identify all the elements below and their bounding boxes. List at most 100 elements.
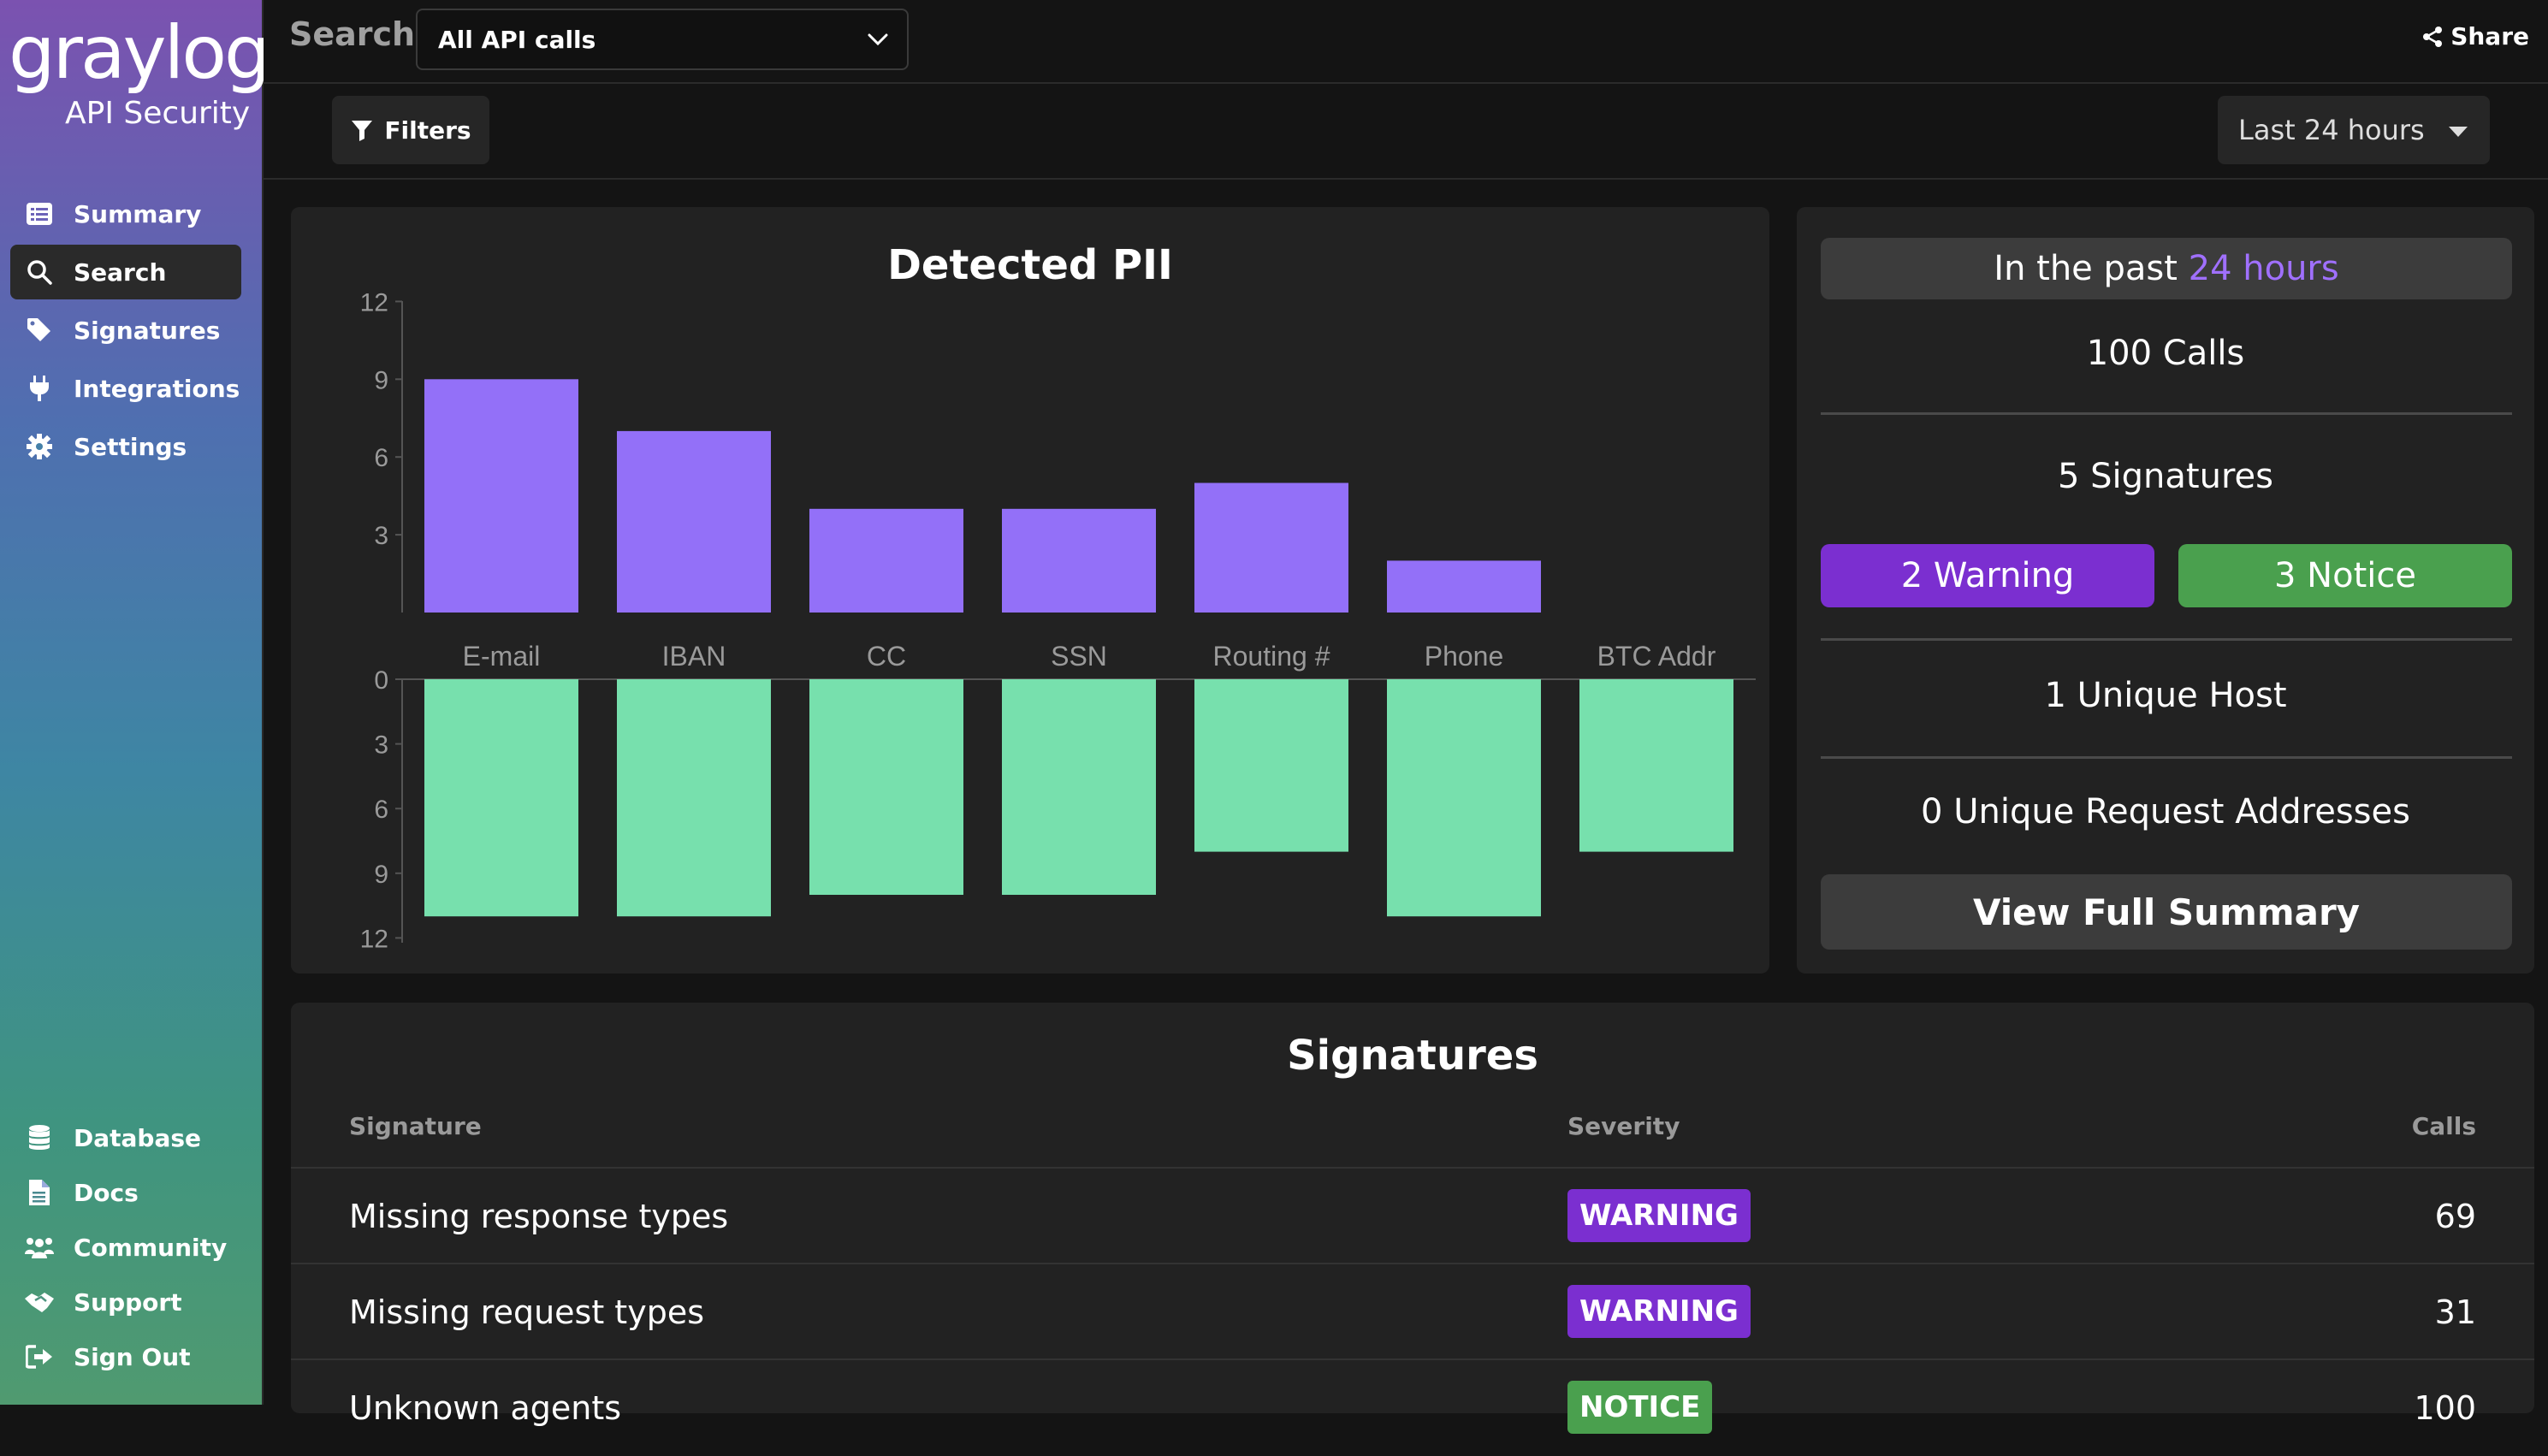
nav-summary[interactable]: Summary	[10, 186, 241, 241]
logo-wordmark: graylog	[9, 10, 271, 96]
nav-settings[interactable]: Settings	[10, 419, 241, 474]
share-label: Share	[2450, 22, 2529, 50]
table-row[interactable]: Missing request types WARNING 31	[291, 1263, 2534, 1360]
signature-name: Unknown agents	[349, 1389, 622, 1427]
time-window-prefix: In the past	[1994, 249, 2189, 288]
nav-docs[interactable]: Docs	[10, 1165, 241, 1220]
signatures-count: 5 Signatures	[2058, 457, 2273, 496]
list-icon	[22, 197, 56, 231]
top-y-tick-label: 6	[374, 444, 388, 472]
time-window-highlight: 24 hours	[2188, 249, 2339, 288]
database-icon	[22, 1121, 56, 1155]
nav-support[interactable]: Support	[10, 1275, 241, 1329]
nav-community[interactable]: Community	[10, 1220, 241, 1275]
nav-search[interactable]: Search	[10, 245, 241, 299]
table-row[interactable]: Missing response types WARNING 69	[291, 1167, 2534, 1264]
bottom-bar	[1002, 679, 1156, 895]
column-header-signature[interactable]: Signature	[349, 1112, 482, 1140]
nav-signatures[interactable]: Signatures	[10, 303, 241, 358]
divider	[1821, 756, 2512, 759]
bottom-bar	[617, 679, 771, 917]
unique-hosts-count: 1 Unique Host	[2044, 676, 2287, 715]
nav-settings-label: Settings	[74, 432, 187, 461]
category-label: E-mail	[463, 641, 541, 672]
top-y-tick-label: 9	[374, 366, 388, 394]
filter-icon	[352, 121, 373, 141]
notice-count-button[interactable]: 3 Notice	[2178, 544, 2512, 607]
category-label: Routing #	[1213, 641, 1330, 672]
bottom-y-tick-label: 0	[374, 666, 388, 695]
severity-badge: NOTICE	[1567, 1381, 1713, 1434]
plug-icon	[22, 371, 56, 405]
stats-panel: In the past 24 hours 100 Calls 5 Signatu…	[1797, 207, 2534, 974]
nav-summary-label: Summary	[74, 199, 202, 228]
signatures-panel: Signatures Signature Severity Calls Miss…	[291, 1003, 2534, 1434]
graylog-logo[interactable]: graylog API Security	[9, 10, 271, 131]
category-label: CC	[867, 641, 906, 672]
logo-subtitle: API Security	[65, 96, 251, 131]
signature-name: Missing response types	[349, 1198, 729, 1235]
search-heading: Search	[289, 15, 416, 53]
column-header-calls[interactable]: Calls	[2412, 1112, 2476, 1140]
top-y-tick-label: 3	[374, 522, 388, 550]
nav-database-label: Database	[74, 1123, 202, 1152]
api-calls-select[interactable]: All API calls	[416, 9, 909, 70]
filter-bar: Filters Last 24 hours	[264, 84, 2548, 180]
handshake-icon	[22, 1285, 56, 1319]
time-range-select[interactable]: Last 24 hours	[2218, 96, 2490, 164]
signature-calls: 100	[2414, 1389, 2476, 1427]
bottom-bar	[1387, 679, 1541, 917]
nav-integrations[interactable]: Integrations	[10, 361, 241, 416]
time-range-value: Last 24 hours	[2238, 114, 2425, 146]
people-icon	[22, 1230, 56, 1264]
bottom-y-tick-label: 9	[374, 861, 388, 889]
gear-icon	[22, 429, 56, 464]
divider	[1821, 638, 2512, 641]
warning-count-button[interactable]: 2 Warning	[1821, 544, 2154, 607]
sidebar: graylog API Security Summary Search Sign…	[0, 0, 271, 1405]
nav-integrations-label: Integrations	[74, 374, 240, 403]
sign-out-icon	[22, 1340, 56, 1374]
api-calls-select-value: All API calls	[438, 25, 596, 54]
table-row[interactable]: Unknown agents NOTICE 100	[291, 1358, 2534, 1456]
top-y-tick-label: 12	[360, 288, 388, 317]
top-bar	[424, 379, 578, 613]
bottom-y-tick-label: 6	[374, 796, 388, 824]
signature-calls: 69	[2434, 1198, 2476, 1235]
signature-name: Missing request types	[349, 1293, 704, 1331]
caret-down-icon	[2449, 127, 2468, 137]
column-header-severity[interactable]: Severity	[1567, 1112, 1680, 1140]
nav-docs-label: Docs	[74, 1178, 139, 1207]
detected-pii-panel: Detected PII 12 9 6 3 0 3 6 9 12 E-mail IBAN CC SSN R…	[291, 207, 1769, 974]
top-bar	[809, 508, 963, 613]
bottom-bar	[1579, 679, 1733, 852]
detected-pii-chart: 12 9 6 3 0 3 6 9 12 E-mail IBAN CC SSN Routing # Phone…	[360, 288, 1756, 953]
bottom-bar	[809, 679, 963, 895]
share-icon	[2423, 26, 2443, 47]
top-bar	[1194, 482, 1348, 613]
filters-button[interactable]: Filters	[332, 96, 489, 164]
bottom-bar	[424, 679, 578, 917]
severity-badge: WARNING	[1567, 1189, 1751, 1242]
severity-badge: WARNING	[1567, 1285, 1751, 1338]
nav-community-label: Community	[74, 1233, 228, 1262]
top-bar: Search All API calls Share	[264, 0, 2548, 84]
view-full-summary-button[interactable]: View Full Summary	[1821, 874, 2512, 950]
nav-sign-out-label: Sign Out	[74, 1342, 191, 1371]
bottom-bar	[1194, 679, 1348, 852]
nav-signatures-label: Signatures	[74, 316, 221, 345]
top-bar	[1387, 560, 1541, 613]
top-bar	[1002, 508, 1156, 613]
document-icon	[22, 1175, 56, 1210]
nav-sign-out[interactable]: Sign Out	[10, 1329, 241, 1384]
calls-count: 100 Calls	[2086, 334, 2245, 373]
nav-database[interactable]: Database	[10, 1110, 241, 1165]
category-label: IBAN	[662, 641, 726, 672]
nav-search-label: Search	[74, 257, 167, 287]
bottom-y-tick-label: 3	[374, 731, 388, 760]
divider	[1821, 412, 2512, 415]
chevron-down-icon	[868, 33, 888, 46]
category-label: Phone	[1425, 641, 1504, 672]
share-button[interactable]: Share	[2421, 22, 2529, 50]
category-label: BTC Addr	[1597, 641, 1716, 672]
